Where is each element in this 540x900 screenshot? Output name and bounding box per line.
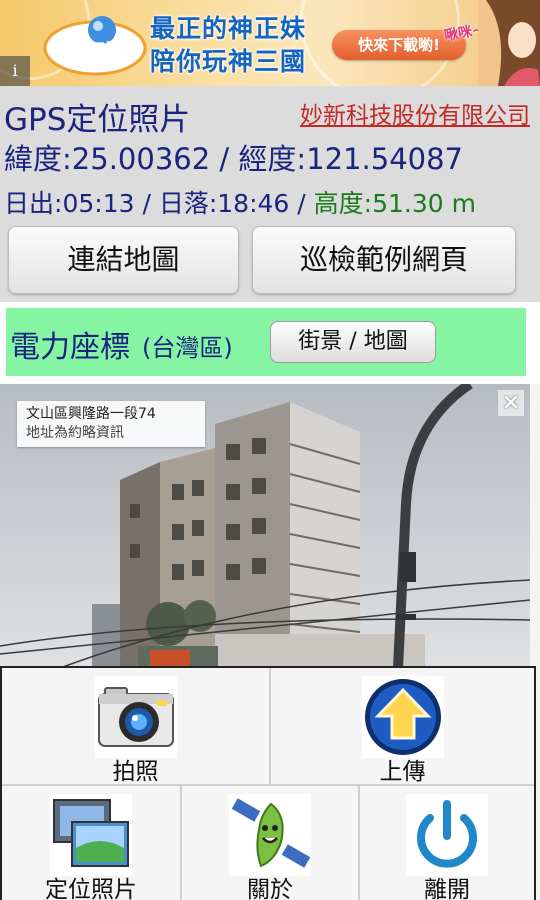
sunset-label: 日落 [158,189,209,218]
ad-subline: 陪你玩神三國 [150,47,307,76]
latitude-value: 25.00362 [71,142,211,176]
power-region-label: (台灣區) [142,334,233,362]
coordinates-readout: 緯度:25.00362 / 經度:121.54087 [4,142,464,176]
menu-item-geo-photos[interactable]: 定位照片 [2,786,180,900]
altitude-label: 高度 [313,189,364,218]
ad-headline: 最正的神正妹 [150,14,307,43]
close-icon[interactable]: × [498,390,524,416]
sunrise-label: 日出 [4,189,55,218]
menu-item-about[interactable]: 關於 [182,786,358,900]
altitude-value: 51.30 m [372,189,476,218]
sunrise-value: 05:13 [62,189,135,218]
menu-item-label: 上傳 [379,759,426,785]
ad-banner[interactable]: 神三國 最正的神正妹 陪你玩神三國 快來下載喲! 啾咪~ i [0,0,540,86]
power-coordinate-bar: 電力座標 (台灣區) 街景 / 地圖 [6,308,526,376]
latitude-label: 緯度 [4,142,63,176]
menu-item-upload[interactable]: 上傳 [271,668,534,785]
sun-altitude-readout: 日出:05:13 / 日落:18:46 / 高度:51.30 m [4,189,476,218]
ad-info-icon[interactable]: i [0,56,30,86]
app-title: GPS定位照片 [4,102,191,138]
ad-character-image [478,0,540,86]
company-link[interactable]: 妙新科技股份有限公司 [300,96,530,130]
sunset-value: 18:46 [217,189,290,218]
menu-item-label: 離開 [424,877,470,900]
address-note: 地址為約略資訊 [26,425,124,441]
link-map-button[interactable]: 連結地圖 [8,226,239,294]
satellite-taiwan-icon [229,794,311,876]
longitude-label: 經度 [238,142,297,176]
menu-item-take-photo[interactable]: 拍照 [2,668,269,785]
upload-icon [361,676,444,758]
longitude-value: 121.54087 [306,142,464,176]
photo-gallery-icon [50,794,132,876]
options-menu: 拍照 上傳 定位照片 關於 離開 [0,666,536,900]
ad-brand-logo: 神三國 [43,16,147,76]
patrol-example-button[interactable]: 巡檢範例網頁 [252,226,516,294]
camera-icon [94,676,177,758]
menu-item-exit[interactable]: 離開 [360,786,534,900]
address-text: 文山區興隆路一段74 [26,406,156,422]
street-view-panel[interactable]: 文山區興隆路一段74 地址為約略資訊 × [0,384,530,668]
menu-item-label: 拍照 [112,759,159,785]
info-panel: GPS定位照片 妙新科技股份有限公司 緯度:25.00362 / 經度:121.… [0,86,540,302]
power-coordinate-title: 電力座標 [10,330,130,365]
menu-item-label: 定位照片 [45,877,137,900]
address-overlay: 文山區興隆路一段74 地址為約略資訊 [17,401,205,447]
street-map-toggle-button[interactable]: 街景 / 地圖 [270,321,436,363]
menu-item-label: 關於 [247,877,293,900]
svg-text:神三國: 神三國 [62,40,128,66]
power-icon [406,794,488,876]
